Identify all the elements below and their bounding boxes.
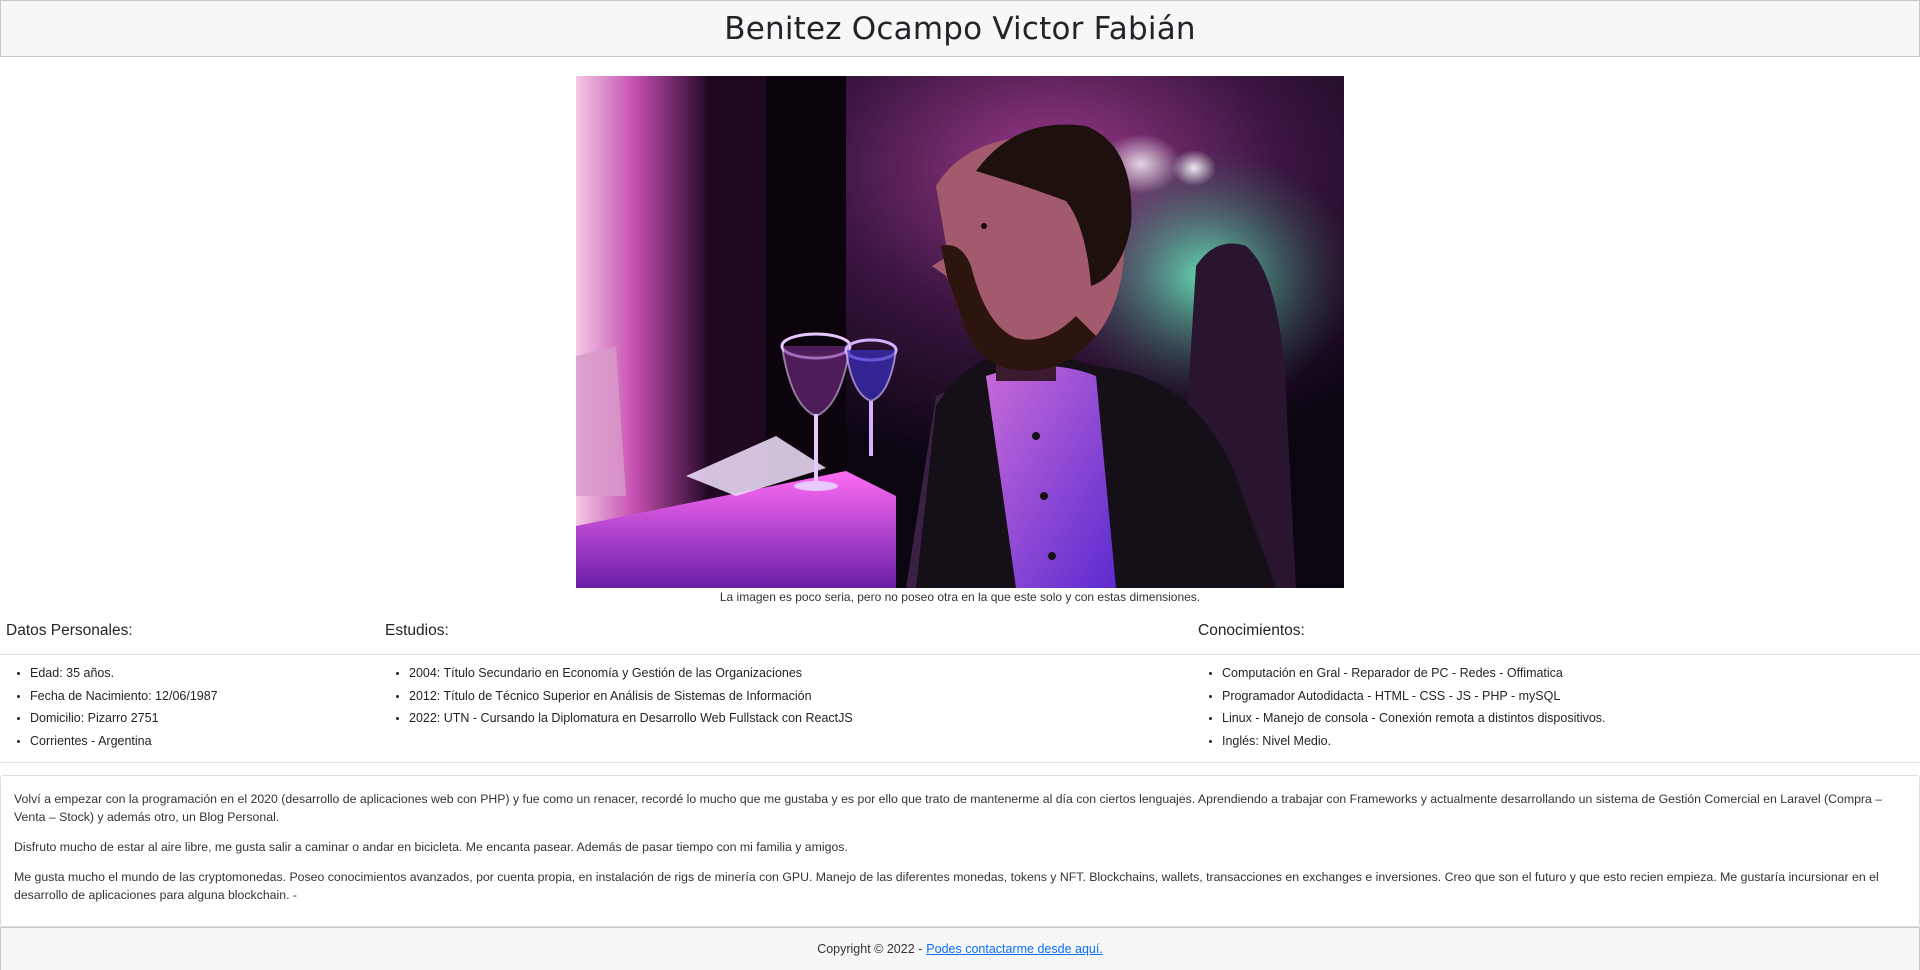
list-item: 2004: Título Secundario en Economía y Ge… xyxy=(409,662,853,685)
bio-paragraph: Me gusta mucho el mundo de las cryptomon… xyxy=(14,870,1879,902)
skills-list: Computación en Gral - Reparador de PC - … xyxy=(1198,662,1606,752)
list-item: Edad: 35 años. xyxy=(30,662,218,685)
bio-card: Volví a empezar con la programación en e… xyxy=(0,775,1920,927)
list-item: 2022: UTN - Cursando la Diplomatura en D… xyxy=(409,707,853,730)
list-item: Linux - Manejo de consola - Conexión rem… xyxy=(1222,707,1606,730)
section-title-personal: Datos Personales: xyxy=(6,622,133,639)
personal-list: Edad: 35 años. Fecha de Nacimiento: 12/0… xyxy=(6,662,218,752)
list-item: Fecha de Nacimiento: 12/06/1987 xyxy=(30,685,218,708)
page-title: Benitez Ocampo Victor Fabián xyxy=(724,10,1196,47)
page-footer: Copyright © 2022 - Podes contactarme des… xyxy=(0,927,1920,970)
divider xyxy=(0,762,1920,763)
list-item: Corrientes - Argentina xyxy=(30,730,218,753)
page-header: Benitez Ocampo Victor Fabián xyxy=(0,0,1920,57)
profile-photo xyxy=(576,76,1344,588)
contact-link[interactable]: Podes contactarme desde aquí. xyxy=(926,942,1103,956)
profile-photo-graphic xyxy=(576,76,1344,588)
list-item: Programador Autodidacta - HTML - CSS - J… xyxy=(1222,685,1606,708)
bio-paragraph: Disfruto mucho de estar al aire libre, m… xyxy=(14,840,848,854)
section-title-studies: Estudios: xyxy=(385,622,449,639)
section-title-skills: Conocimientos: xyxy=(1198,622,1305,639)
photo-caption: La imagen es poco seria, pero no poseo o… xyxy=(719,590,1201,604)
list-item: 2012: Título de Técnico Superior en Anál… xyxy=(409,685,853,708)
bio-paragraph: Volví a empezar con la programación en e… xyxy=(14,792,1883,824)
studies-list: 2004: Título Secundario en Economía y Ge… xyxy=(385,662,853,730)
info-sections: Datos Personales: Estudios: Conocimiento… xyxy=(0,622,1920,764)
copyright-text: Copyright © 2022 - xyxy=(817,942,923,956)
divider xyxy=(0,654,1920,655)
list-item: Domicilio: Pizarro 2751 xyxy=(30,707,218,730)
list-item: Inglés: Nivel Medio. xyxy=(1222,730,1606,753)
list-item: Computación en Gral - Reparador de PC - … xyxy=(1222,662,1606,685)
